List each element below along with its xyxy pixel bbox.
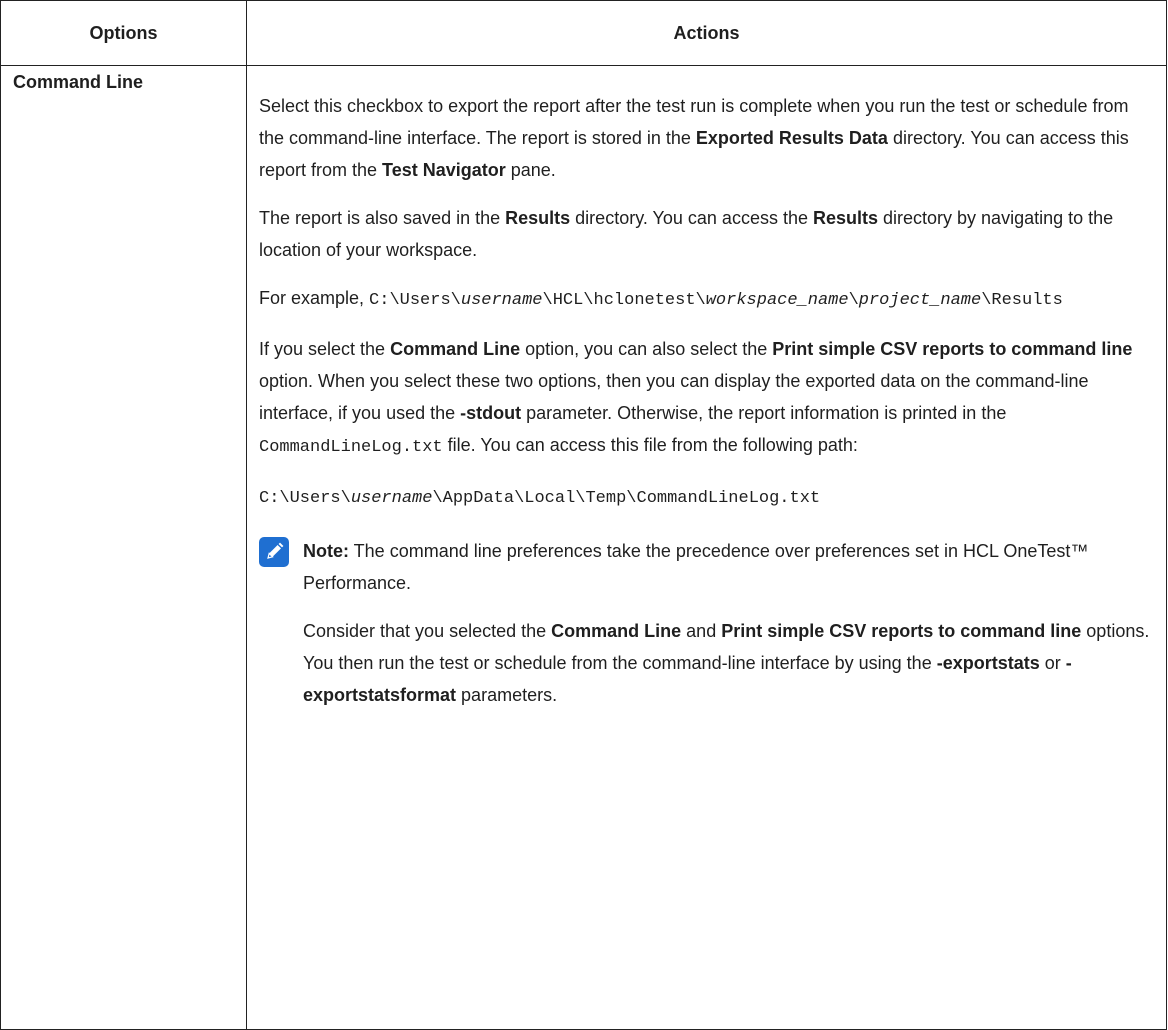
pencil-icon — [259, 537, 289, 567]
table-header-row: Options Actions — [0, 0, 1167, 66]
option-name: Command Line — [0, 65, 247, 1030]
paragraph-example-path: For example, C:\Users\username\HCL\hclon… — [259, 288, 1063, 310]
action-description: Select this checkbox to export the repor… — [246, 65, 1167, 1030]
note-consider-text: Consider that you selected the Command L… — [303, 621, 1150, 705]
paragraph-print-csv: If you select the Command Line option, y… — [259, 339, 1133, 457]
header-actions: Actions — [246, 0, 1167, 66]
note-text: Note: The command line preferences take … — [303, 541, 1089, 593]
header-options: Options — [0, 0, 247, 66]
paragraph-results-directory: The report is also saved in the Results … — [259, 208, 1114, 260]
note-box: Note: The command line preferences take … — [259, 535, 1152, 711]
options-table: Options Actions Command Line Select this… — [0, 0, 1167, 1030]
paragraph-export-report: Select this checkbox to export the repor… — [259, 96, 1129, 180]
table-row: Command Line Select this checkbox to exp… — [0, 65, 1167, 1030]
paragraph-log-path: C:\Users\username\AppData\Local\Temp\Com… — [259, 489, 821, 508]
